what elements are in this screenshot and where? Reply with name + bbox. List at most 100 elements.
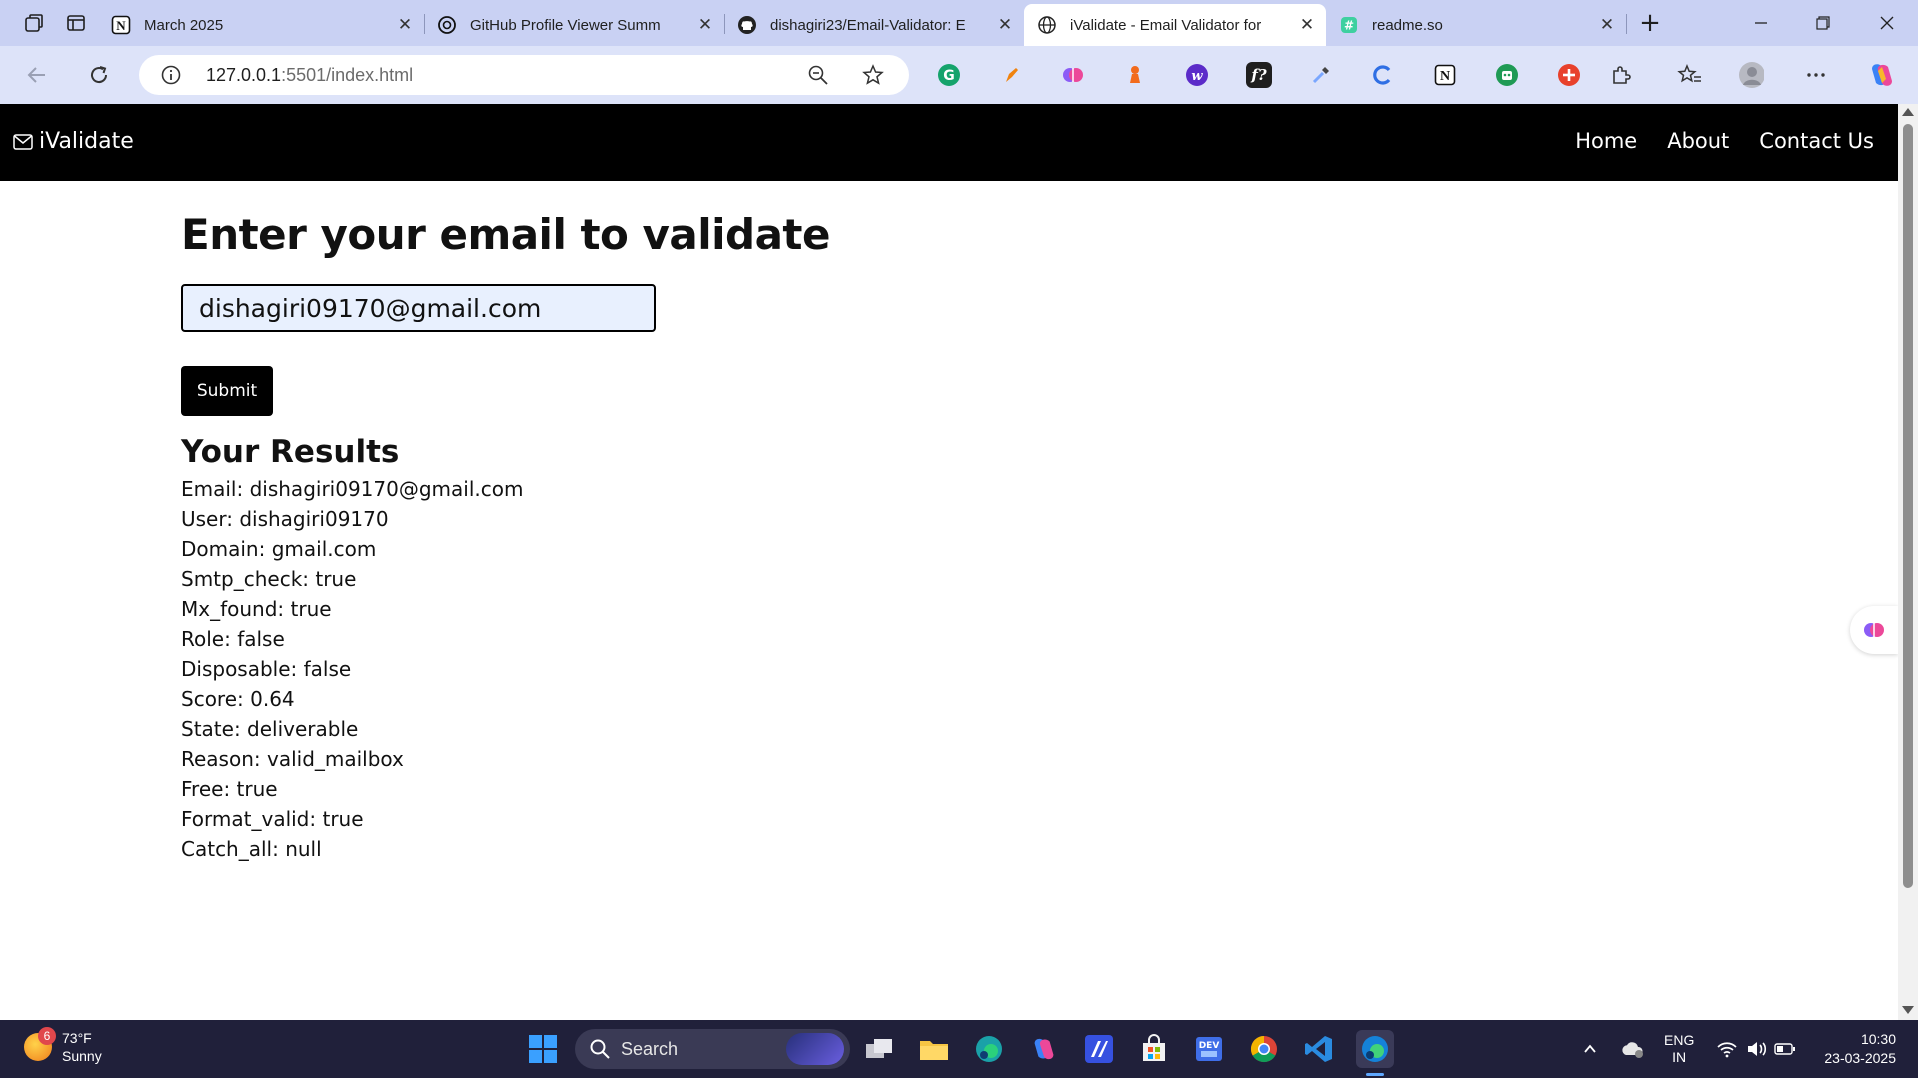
vscode-icon[interactable] <box>1300 1030 1338 1068</box>
profile-avatar[interactable] <box>1738 62 1764 88</box>
weather-condition: Sunny <box>62 1048 102 1064</box>
start-icon[interactable] <box>524 1030 562 1068</box>
close-icon[interactable]: ✕ <box>1298 15 1316 35</box>
page-viewport: iValidate Home About Contact Us Enter yo… <box>0 104 1898 1020</box>
dev-home-icon[interactable]: DEV <box>1190 1030 1228 1068</box>
microsoft-store-icon[interactable] <box>1135 1030 1173 1068</box>
brand-logo[interactable]: iValidate <box>13 129 134 154</box>
site-info-icon[interactable] <box>161 65 181 85</box>
result-line: User: dishagiri09170 <box>181 507 389 531</box>
windows-taskbar: 6 73°F Sunny Search DEV ENG IN 10:30 23-0… <box>0 1020 1918 1078</box>
page-scrollbar[interactable] <box>1898 104 1918 1020</box>
result-line: Format_valid: true <box>181 807 364 831</box>
highlighter-extension-icon[interactable] <box>998 62 1024 88</box>
scroll-up-arrow[interactable] <box>1902 108 1914 116</box>
scrollbar-thumb[interactable] <box>1903 124 1913 888</box>
address-bar[interactable]: 127.0.0.1:5501/index.html <box>139 55 909 95</box>
task-view-icon[interactable] <box>860 1030 898 1068</box>
readme-icon: # <box>1338 14 1360 36</box>
edge-dev-icon[interactable] <box>970 1030 1008 1068</box>
extensions-puzzle-icon[interactable] <box>1608 62 1634 88</box>
zoom-out-icon[interactable] <box>807 64 829 90</box>
svg-text:w: w <box>1191 69 1203 84</box>
tab-actions-icon[interactable] <box>62 9 90 37</box>
close-icon[interactable]: ✕ <box>996 15 1014 35</box>
show-hidden-icons[interactable] <box>1582 1020 1598 1078</box>
submit-button[interactable]: Submit <box>181 366 273 416</box>
sun-icon: 6 <box>24 1027 56 1061</box>
taskbar-search[interactable]: Search <box>575 1029 850 1069</box>
language-indicator[interactable]: ENG IN <box>1664 1020 1694 1078</box>
minimize-button[interactable] <box>1730 0 1792 46</box>
close-window-button[interactable] <box>1856 0 1918 46</box>
brain-icon <box>1864 623 1884 637</box>
notion-icon: N <box>110 14 132 36</box>
scroll-down-arrow[interactable] <box>1902 1006 1914 1014</box>
tab-divider <box>1626 14 1627 34</box>
close-icon[interactable]: ✕ <box>1598 15 1616 35</box>
form-heading: Enter your email to validate <box>181 210 831 259</box>
result-line: Smtp_check: true <box>181 567 357 591</box>
system-clock[interactable]: 10:30 23-03-2025 <box>1824 1030 1896 1068</box>
notion-extension-icon[interactable]: N <box>1432 62 1458 88</box>
svg-text:N: N <box>1440 69 1450 84</box>
favorites-icon[interactable] <box>1677 62 1703 88</box>
result-line: Reason: valid_mailbox <box>181 747 404 771</box>
wifi-icon[interactable] <box>1716 1020 1738 1078</box>
more-options-icon[interactable] <box>1803 62 1829 88</box>
color-picker-icon[interactable] <box>1308 62 1334 88</box>
tab-title: readme.so <box>1372 16 1443 34</box>
c-extension-icon[interactable] <box>1370 62 1396 88</box>
robot-extension-icon[interactable] <box>1494 62 1520 88</box>
chess-extension-icon[interactable] <box>1122 62 1148 88</box>
results-heading: Your Results <box>181 434 400 470</box>
edge-browser-icon[interactable] <box>1356 1030 1394 1068</box>
chatgpt-icon <box>436 14 458 36</box>
copilot-icon[interactable] <box>1866 59 1898 91</box>
back-button[interactable] <box>20 58 54 92</box>
designer-app-icon[interactable] <box>1080 1030 1118 1068</box>
restore-button[interactable] <box>1792 0 1854 46</box>
url-text[interactable]: 127.0.0.1:5501/index.html <box>206 65 413 86</box>
brain-extension-icon[interactable] <box>1060 62 1086 88</box>
tab-ivalidate[interactable]: iValidate - Email Validator for ✕ <box>1024 4 1326 46</box>
refresh-button[interactable] <box>82 58 116 92</box>
tab-github[interactable]: dishagiri23/Email-Validator: E ✕ <box>724 4 1024 46</box>
tab-chatgpt[interactable]: GitHub Profile Viewer Summ ✕ <box>424 4 724 46</box>
file-explorer-icon[interactable] <box>915 1030 953 1068</box>
sidebar-brain-button[interactable] <box>1850 606 1898 654</box>
new-tab-button[interactable]: + <box>1634 8 1666 38</box>
onedrive-icon[interactable] <box>1620 1020 1646 1078</box>
search-label: Search <box>621 1038 679 1059</box>
grammarly-icon[interactable]: G <box>936 62 962 88</box>
writing-extension-icon[interactable]: w <box>1184 62 1210 88</box>
nav-contact-link[interactable]: Contact Us <box>1759 129 1874 153</box>
tab-readme[interactable]: # readme.so ✕ <box>1326 4 1626 46</box>
weather-widget[interactable]: 6 73°F Sunny <box>24 1027 102 1065</box>
email-input[interactable] <box>181 284 656 332</box>
nav-home-link[interactable]: Home <box>1575 129 1637 153</box>
result-line: Email: dishagiri09170@gmail.com <box>181 477 524 501</box>
result-line: State: deliverable <box>181 717 359 741</box>
chrome-icon[interactable] <box>1245 1030 1283 1068</box>
site-navbar: iValidate Home About Contact Us <box>0 104 1898 181</box>
formula-extension-icon[interactable]: f? <box>1246 62 1272 88</box>
favorite-star-icon[interactable] <box>862 64 884 90</box>
close-icon[interactable]: ✕ <box>396 15 414 35</box>
nav-about-link[interactable]: About <box>1667 129 1729 153</box>
close-icon[interactable]: ✕ <box>696 15 714 35</box>
result-line: Catch_all: null <box>181 837 322 861</box>
battery-icon[interactable] <box>1774 1020 1796 1078</box>
svg-text:N: N <box>116 18 126 33</box>
tab-title: dishagiri23/Email-Validator: E <box>770 16 966 34</box>
volume-icon[interactable] <box>1746 1020 1768 1078</box>
workspaces-icon[interactable] <box>20 9 48 37</box>
plus-extension-icon[interactable] <box>1556 62 1582 88</box>
clock-time: 10:30 <box>1860 1031 1896 1047</box>
svg-text:DEV: DEV <box>1199 1041 1220 1051</box>
result-line: Free: true <box>181 777 278 801</box>
tab-strip: N March 2025 ✕ GitHub Profile Viewer Sum… <box>0 0 1918 46</box>
tab-notion[interactable]: N March 2025 ✕ <box>98 4 424 46</box>
brand-name: iValidate <box>39 129 134 154</box>
copilot-app-icon[interactable] <box>1025 1030 1063 1068</box>
